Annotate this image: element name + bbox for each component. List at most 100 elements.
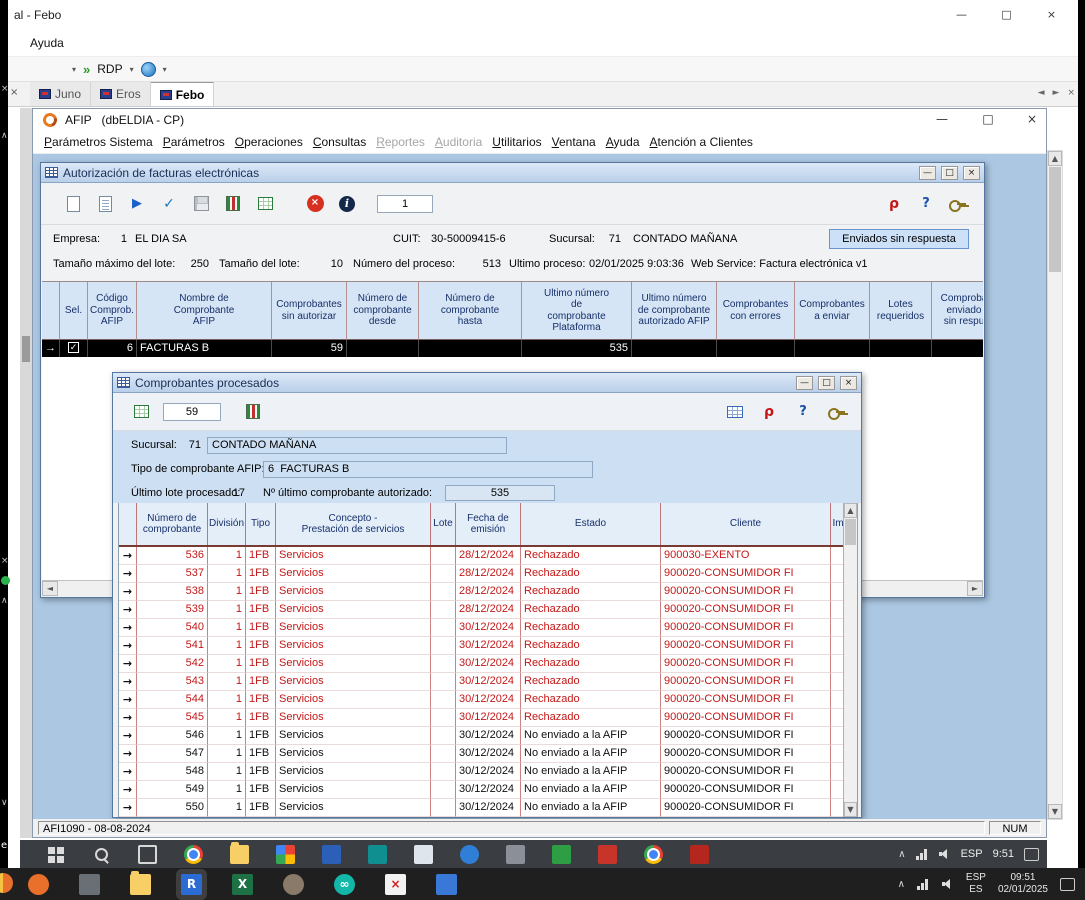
close-button[interactable]: × xyxy=(1024,112,1040,126)
network-icon[interactable] xyxy=(917,879,930,890)
tamano-field[interactable]: 10 xyxy=(309,258,343,270)
ledger-button[interactable] xyxy=(241,400,265,424)
clock[interactable]: 09:51 02/01/2025 xyxy=(998,872,1048,896)
search-icon[interactable] xyxy=(92,845,111,864)
mail-app-icon[interactable] xyxy=(322,845,341,864)
document-app-icon[interactable] xyxy=(414,845,433,864)
maximize-button[interactable]: □ xyxy=(984,0,1029,30)
dropdown-icon[interactable]: ▾ xyxy=(163,65,167,74)
close-button[interactable]: × xyxy=(1029,0,1074,30)
language-indicator[interactable]: ESP ES xyxy=(966,872,986,896)
scroll-up-button[interactable]: ▲ xyxy=(1048,151,1062,166)
scroll-up-button[interactable]: ▲ xyxy=(844,503,857,518)
scroll-left-button[interactable]: ◄ xyxy=(42,581,58,596)
empresa-code-field[interactable]: 1 xyxy=(99,233,127,245)
tab-close-button[interactable]: × xyxy=(1067,88,1075,98)
rdp-mode-button[interactable]: RDP xyxy=(97,62,122,76)
admin-tools-icon[interactable] xyxy=(79,874,100,895)
verify-button[interactable]: ✓ xyxy=(157,192,181,216)
task-view-icon[interactable] xyxy=(138,845,157,864)
tools-button[interactable] xyxy=(946,192,970,216)
menu-atención-a-clientes[interactable]: Atención a Clientes xyxy=(645,132,758,152)
edge-icon[interactable] xyxy=(460,845,479,864)
notification-center-icon[interactable] xyxy=(1060,878,1075,891)
new-button[interactable] xyxy=(61,192,85,216)
chrome-icon[interactable] xyxy=(184,845,203,864)
minimize-button[interactable]: — xyxy=(934,112,950,126)
scrollbar-thumb[interactable] xyxy=(845,519,856,545)
proc-grid-row[interactable]: →54511FBServicios30/12/2024Rechazado9000… xyxy=(119,709,857,727)
connect-icon[interactable]: » xyxy=(83,62,90,77)
maximize-button[interactable]: □ xyxy=(941,166,958,180)
proc-grid-row[interactable]: →55011FBServicios30/12/2024No enviado a … xyxy=(119,799,857,817)
menu-ayuda[interactable]: Ayuda xyxy=(30,36,64,50)
maximize-button[interactable]: □ xyxy=(818,376,835,390)
access-button[interactable]: ρ xyxy=(757,400,781,424)
red-x-app-icon[interactable]: × xyxy=(385,874,406,895)
sucursal-code-field[interactable]: 71 xyxy=(593,233,621,245)
properties-button[interactable] xyxy=(93,192,117,216)
scrollbar-track[interactable] xyxy=(1048,273,1062,804)
close-button[interactable]: × xyxy=(840,376,857,390)
proc-grid-row[interactable]: →54411FBServicios30/12/2024Rechazado9000… xyxy=(119,691,857,709)
minimize-button[interactable]: — xyxy=(939,0,984,30)
network-icon[interactable] xyxy=(916,849,929,860)
rdp-manager-icon[interactable]: R xyxy=(181,874,202,895)
store-app-icon[interactable] xyxy=(368,845,387,864)
menu-parámetros-sistema[interactable]: Parámetros Sistema xyxy=(39,132,158,152)
row-checkbox[interactable]: ✓ xyxy=(60,340,88,357)
tools-button[interactable] xyxy=(825,400,849,424)
help-button[interactable]: ? xyxy=(914,192,938,216)
close-panel-button[interactable]: × xyxy=(10,87,18,98)
close-icon[interactable]: × xyxy=(1,84,9,94)
scrollbar-thumb[interactable] xyxy=(1049,167,1061,272)
proc-grid-row[interactable]: →54011FBServicios30/12/2024Rechazado9000… xyxy=(119,619,857,637)
proc-grid-row[interactable]: →54111FBServicios30/12/2024Rechazado9000… xyxy=(119,637,857,655)
clock[interactable]: 9:51 xyxy=(993,848,1014,860)
cancel-button[interactable]: × xyxy=(303,192,327,216)
menu-auditoria[interactable]: Auditoria xyxy=(430,132,487,152)
export-excel-button[interactable] xyxy=(129,400,153,424)
proc-grid-row[interactable]: →54711FBServicios30/12/2024No enviado a … xyxy=(119,745,857,763)
tab-next-button[interactable]: ► xyxy=(1053,88,1060,98)
close-button[interactable]: × xyxy=(963,166,980,180)
file-explorer-icon[interactable] xyxy=(230,845,249,864)
menu-utilitarios[interactable]: Utilitarios xyxy=(487,132,546,152)
menu-ventana[interactable]: Ventana xyxy=(547,132,601,152)
proc-grid-row[interactable]: →53611FBServicios28/12/2024Rechazado9000… xyxy=(119,547,857,565)
grid-view-button[interactable] xyxy=(723,400,747,424)
enviados-sin-respuesta-button[interactable]: Enviados sin respuesta xyxy=(829,229,969,249)
proc-grid-row[interactable]: →54911FBServicios30/12/2024No enviado a … xyxy=(119,781,857,799)
minimize-button[interactable]: — xyxy=(919,166,936,180)
excel-icon[interactable]: X xyxy=(232,874,253,895)
proc-grid-row[interactable]: →53911FBServicios28/12/2024Rechazado9000… xyxy=(119,601,857,619)
proc-grid-row[interactable]: →54211FBServicios30/12/2024Rechazado9000… xyxy=(119,655,857,673)
proc-grid-row[interactable]: →53811FBServicios28/12/2024Rechazado9000… xyxy=(119,583,857,601)
ledger-button[interactable] xyxy=(221,192,245,216)
save-button[interactable] xyxy=(189,192,213,216)
firefox-icon[interactable] xyxy=(28,874,49,895)
menu-consultas[interactable]: Consultas xyxy=(308,132,371,152)
minimize-button[interactable]: — xyxy=(796,376,813,390)
tab-prev-button[interactable]: ◄ xyxy=(1038,88,1045,98)
help-button[interactable]: ? xyxy=(791,400,815,424)
scrollbar-track[interactable] xyxy=(844,546,857,802)
tab-juno[interactable]: Juno xyxy=(30,82,91,106)
notification-center-icon[interactable] xyxy=(1024,848,1039,861)
tab-eros[interactable]: Eros xyxy=(91,82,151,106)
speaker-icon[interactable] xyxy=(939,849,951,859)
chevron-up-icon[interactable]: ∧ xyxy=(1,131,8,141)
photos-app-icon[interactable] xyxy=(276,845,295,864)
start-icon[interactable] xyxy=(46,845,65,864)
browser-app-icon[interactable] xyxy=(644,845,663,864)
chevron-up-icon[interactable]: ∧ xyxy=(898,879,905,890)
globe-icon[interactable] xyxy=(141,62,156,77)
language-indicator[interactable]: ESP xyxy=(961,848,983,860)
close-icon[interactable]: × xyxy=(1,556,9,566)
gimp-icon[interactable] xyxy=(283,874,304,895)
auth-grid-selected-row[interactable]: →✓6FACTURAS B59535 xyxy=(42,340,983,357)
scroll-right-button[interactable]: ► xyxy=(967,581,983,596)
menu-operaciones[interactable]: Operaciones xyxy=(230,132,308,152)
menu-reportes[interactable]: Reportes xyxy=(371,132,430,152)
scroll-down-button[interactable]: ▼ xyxy=(844,802,857,817)
